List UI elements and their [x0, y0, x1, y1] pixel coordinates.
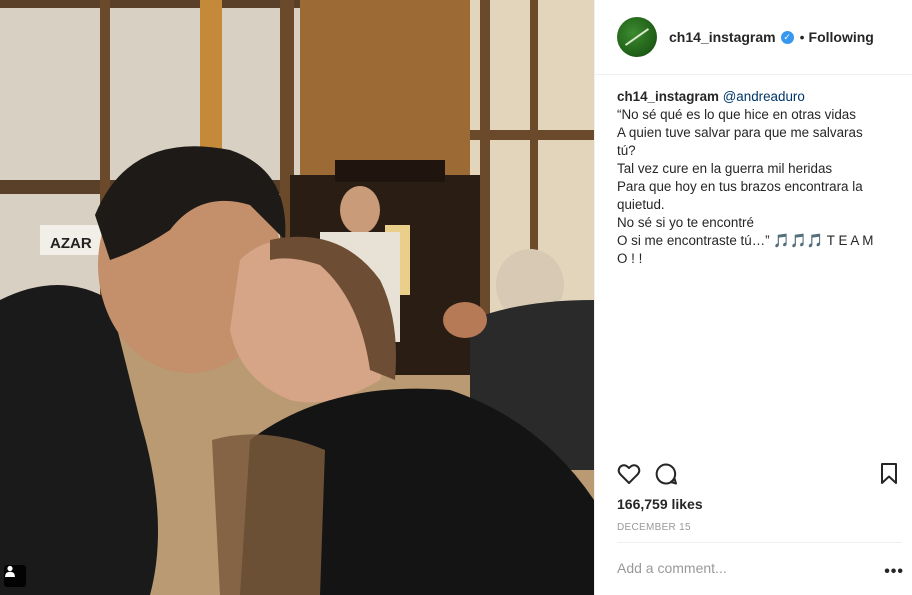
post-view: AZAR ch14_instagram ✓ • Following ch14_i… [0, 0, 912, 595]
photo-scene: AZAR [0, 0, 594, 595]
likes-count[interactable]: 166,759 likes [617, 496, 703, 512]
heart-icon[interactable] [617, 462, 641, 486]
comment-icon[interactable] [654, 462, 678, 486]
caption-line: Tal vez cure en la guerra mil heridas [617, 161, 833, 176]
post-header: ch14_instagram ✓ • Following [595, 0, 912, 75]
tag-user-button[interactable] [4, 565, 26, 587]
caption-line: “No sé qué es lo que hice en otras vidas [617, 107, 856, 122]
verified-badge-icon: ✓ [780, 30, 794, 44]
post-date[interactable]: DECEMBER 15 [617, 522, 691, 533]
music-notes-emoji: 🎵🎵🎵 [773, 233, 824, 248]
caption: ch14_instagram @andreaduro “No sé qué es… [595, 75, 912, 268]
username-link[interactable]: ch14_instagram [669, 29, 776, 45]
caption-username-link[interactable]: ch14_instagram [617, 89, 719, 104]
more-options-button[interactable]: ••• [884, 563, 904, 581]
mention-link[interactable]: @andreaduro [723, 89, 805, 104]
caption-line: tú? [617, 143, 636, 158]
comment-input[interactable] [617, 560, 857, 576]
user-tag-icon [5, 565, 15, 577]
post-photo[interactable]: AZAR [0, 0, 594, 595]
caption-text: T E A M [823, 233, 874, 248]
caption-text: O si me encontraste tú…” [617, 233, 770, 248]
caption-line: A quien tuve salvar para que me salvaras [617, 125, 863, 140]
following-button[interactable]: Following [809, 29, 874, 45]
caption-line: quietud. [617, 197, 665, 212]
divider [617, 542, 902, 543]
caption-line: Para que hoy en tus brazos encontrara la [617, 179, 863, 194]
caption-last-line: O si me encontraste tú…” 🎵🎵🎵 T E A M [617, 232, 890, 250]
post-sidebar: ch14_instagram ✓ • Following ch14_instag… [594, 0, 912, 595]
caption-line: O ! ! [617, 251, 643, 266]
avatar[interactable] [617, 17, 657, 57]
bookmark-icon[interactable] [879, 462, 899, 486]
action-bar [617, 462, 909, 490]
separator-dot: • [799, 29, 805, 45]
caption-first-line: ch14_instagram @andreaduro [617, 88, 890, 106]
svg-text:AZAR: AZAR [50, 235, 92, 252]
caption-line: No sé si yo te encontré [617, 215, 754, 230]
